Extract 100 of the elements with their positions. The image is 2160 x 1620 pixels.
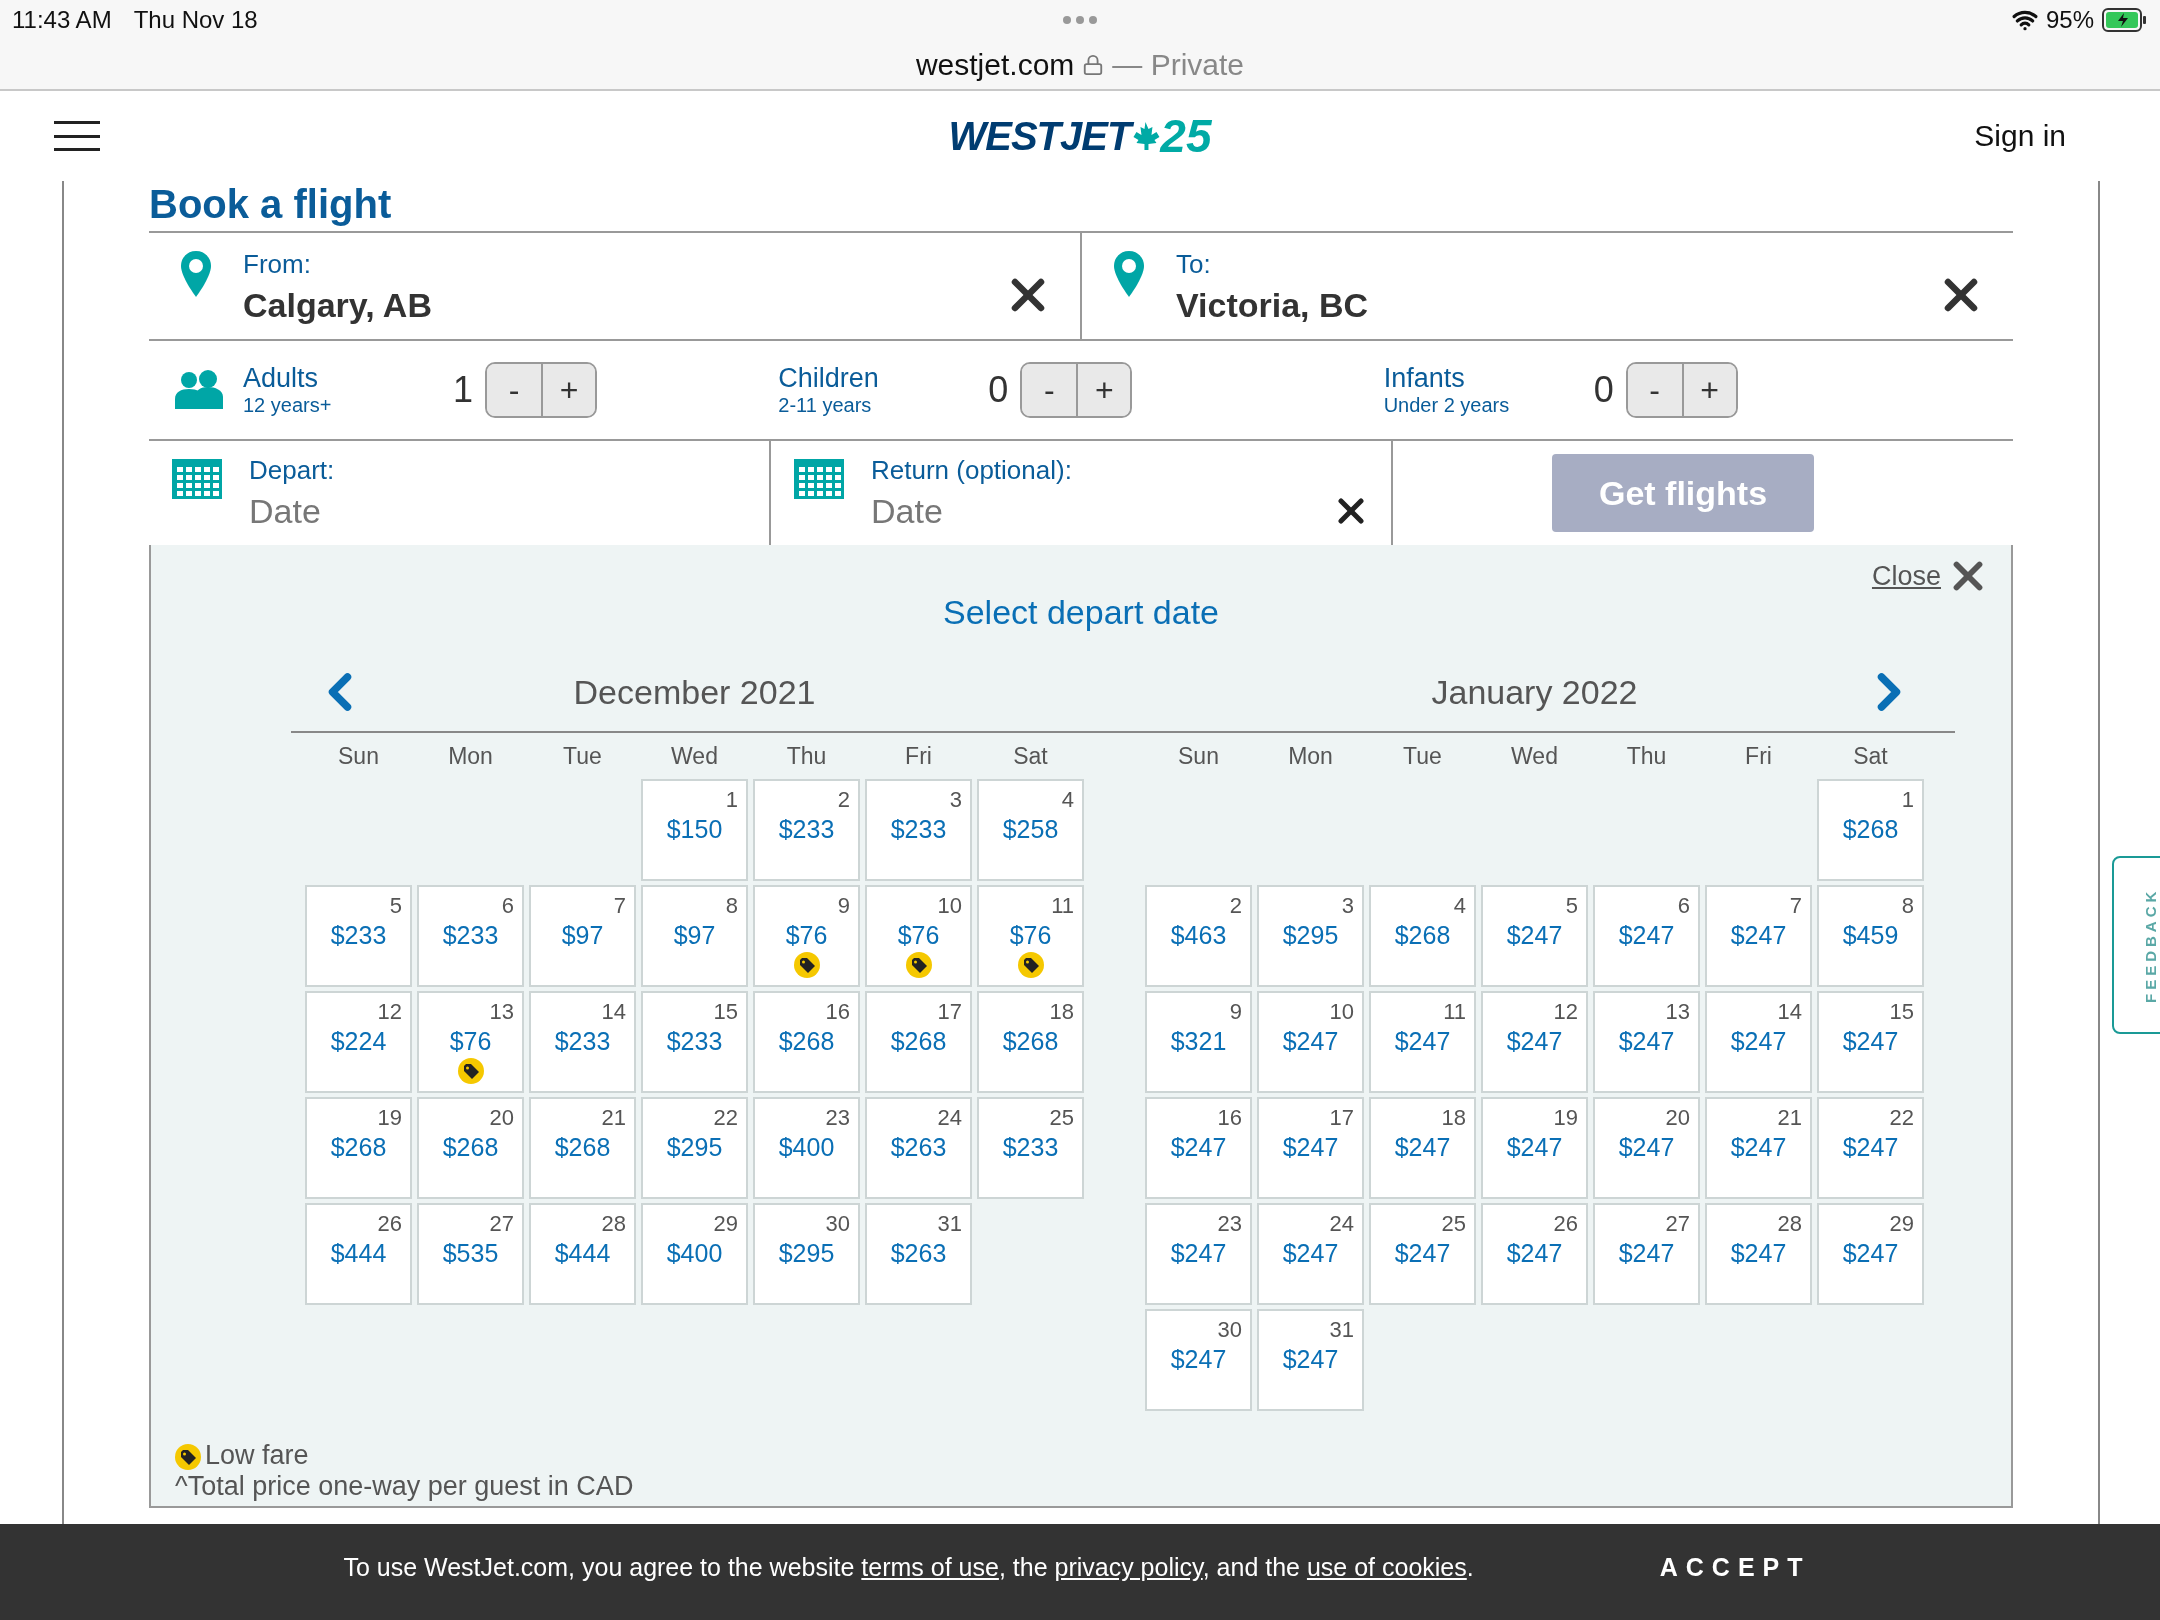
- day-cell[interactable]: 29 $247: [1817, 1203, 1924, 1305]
- day-cell[interactable]: 3 $233: [865, 779, 972, 881]
- day-cell[interactable]: 16 $268: [753, 991, 860, 1093]
- day-cell[interactable]: 11 $76: [977, 885, 1084, 987]
- day-cell[interactable]: 18 $268: [977, 991, 1084, 1093]
- day-cell[interactable]: 27 $535: [417, 1203, 524, 1305]
- day-cell[interactable]: 27 $247: [1593, 1203, 1700, 1305]
- day-number: 10: [1329, 999, 1354, 1025]
- weekday-label: Mon: [1287, 742, 1334, 770]
- day-cell[interactable]: 4 $268: [1369, 885, 1476, 987]
- day-cell[interactable]: 13 $247: [1593, 991, 1700, 1093]
- day-cell[interactable]: 22 $295: [641, 1097, 748, 1199]
- day-cell[interactable]: 29 $400: [641, 1203, 748, 1305]
- day-cell[interactable]: 2 $233: [753, 779, 860, 881]
- passenger-age: 12 years+: [243, 394, 333, 417]
- day-cell[interactable]: 28 $247: [1705, 1203, 1812, 1305]
- day-cell[interactable]: 31 $247: [1257, 1309, 1364, 1411]
- date-field[interactable]: Date: [249, 492, 489, 531]
- day-cell[interactable]: 18 $247: [1369, 1097, 1476, 1199]
- weekday-label: Wed: [1510, 742, 1559, 770]
- day-cell[interactable]: 24 $247: [1257, 1203, 1364, 1305]
- day-cell[interactable]: 14 $233: [529, 991, 636, 1093]
- fare-price: $268: [1842, 815, 1899, 844]
- day-cell[interactable]: 7 $247: [1705, 885, 1812, 987]
- fare-price: $268: [330, 1133, 387, 1162]
- url-domain[interactable]: westjet.com: [915, 47, 1075, 82]
- day-number: 25: [1049, 1105, 1074, 1131]
- day-cell[interactable]: 21 $247: [1705, 1097, 1812, 1199]
- day-cell[interactable]: 23 $247: [1145, 1203, 1252, 1305]
- day-cell[interactable]: 4 $258: [977, 779, 1084, 881]
- day-cell[interactable]: 19 $247: [1481, 1097, 1588, 1199]
- day-cell[interactable]: 19 $268: [305, 1097, 412, 1199]
- day-cell[interactable]: 1 $150: [641, 779, 748, 881]
- weekday-label: Thu: [785, 742, 828, 770]
- increment-button[interactable]: +: [1076, 364, 1131, 416]
- day-cell[interactable]: 7 $97: [529, 885, 636, 987]
- fare-price: $247: [1170, 1345, 1227, 1374]
- day-cell[interactable]: 14 $247: [1705, 991, 1812, 1093]
- day-cell[interactable]: 17 $268: [865, 991, 972, 1093]
- day-cell[interactable]: 10 $76: [865, 885, 972, 987]
- day-cell[interactable]: 9 $76: [753, 885, 860, 987]
- day-cell[interactable]: 6 $247: [1593, 885, 1700, 987]
- day-cell[interactable]: 20 $268: [417, 1097, 524, 1199]
- day-cell[interactable]: 26 $444: [305, 1203, 412, 1305]
- day-cell[interactable]: 30 $295: [753, 1203, 860, 1305]
- fare-price: $247: [1506, 1133, 1563, 1162]
- day-number: 26: [377, 1211, 402, 1237]
- accept-button[interactable]: ACCEPT: [1653, 1551, 1817, 1583]
- fare-price: $247: [1842, 1239, 1899, 1268]
- day-cell[interactable]: 6 $233: [417, 885, 524, 987]
- fare-price: $463: [1170, 921, 1227, 950]
- close-link[interactable]: Close: [1871, 553, 1991, 599]
- passenger-count: 1: [451, 369, 473, 411]
- day-cell[interactable]: 28 $444: [529, 1203, 636, 1305]
- day-number: 8: [1901, 893, 1914, 919]
- day-cell[interactable]: 20 $247: [1593, 1097, 1700, 1199]
- day-cell[interactable]: 16 $247: [1145, 1097, 1252, 1199]
- day-cell[interactable]: 23 $400: [753, 1097, 860, 1199]
- airport-field[interactable]: Calgary, AB: [243, 286, 743, 325]
- day-cell[interactable]: 31 $263: [865, 1203, 972, 1305]
- day-cell[interactable]: 15 $233: [641, 991, 748, 1093]
- day-cell[interactable]: 12 $224: [305, 991, 412, 1093]
- day-cell[interactable]: 8 $97: [641, 885, 748, 987]
- day-cell[interactable]: 1 $268: [1817, 779, 1924, 881]
- day-cell[interactable]: 8 $459: [1817, 885, 1924, 987]
- day-cell[interactable]: 3 $295: [1257, 885, 1364, 987]
- day-cell[interactable]: 5 $247: [1481, 885, 1588, 987]
- day-cell[interactable]: 11 $247: [1369, 991, 1476, 1093]
- day-cell[interactable]: 13 $76: [417, 991, 524, 1093]
- date-field[interactable]: Date: [871, 492, 1111, 531]
- day-cell[interactable]: 5 $233: [305, 885, 412, 987]
- airport-field[interactable]: Victoria, BC: [1176, 286, 1676, 325]
- day-number: 14: [1777, 999, 1802, 1025]
- passenger-count: 0: [1592, 369, 1614, 411]
- day-cell[interactable]: 2 $463: [1145, 885, 1252, 987]
- day-cell[interactable]: 21 $268: [529, 1097, 636, 1199]
- day-cell[interactable]: 25 $247: [1369, 1203, 1476, 1305]
- policy-link[interactable]: privacy policy: [1054, 1552, 1203, 1581]
- fare-price: $268: [1002, 1027, 1059, 1056]
- day-cell[interactable]: 25 $233: [977, 1097, 1084, 1199]
- increment-button[interactable]: +: [1681, 364, 1736, 416]
- fare-price: $247: [1394, 1133, 1451, 1162]
- day-cell[interactable]: 30 $247: [1145, 1309, 1252, 1411]
- day-number: 18: [1441, 1105, 1466, 1131]
- day-cell[interactable]: 15 $247: [1817, 991, 1924, 1093]
- increment-button[interactable]: +: [541, 364, 595, 416]
- sign-in-link[interactable]: Sign in: [1974, 119, 2066, 153]
- day-cell[interactable]: 26 $247: [1481, 1203, 1588, 1305]
- more-dots-icon[interactable]: [1063, 16, 1097, 24]
- day-cell[interactable]: 17 $247: [1257, 1097, 1364, 1199]
- menu-button[interactable]: [54, 121, 100, 151]
- policy-link[interactable]: use of cookies: [1306, 1552, 1467, 1581]
- day-cell[interactable]: 12 $247: [1481, 991, 1588, 1093]
- status-time: 11:43 AM: [12, 6, 112, 34]
- fare-price: $97: [673, 921, 716, 950]
- day-cell[interactable]: 24 $263: [865, 1097, 972, 1199]
- day-cell[interactable]: 9 $321: [1145, 991, 1252, 1093]
- day-cell[interactable]: 10 $247: [1257, 991, 1364, 1093]
- policy-link[interactable]: terms of use: [861, 1552, 999, 1581]
- day-cell[interactable]: 22 $247: [1817, 1097, 1924, 1199]
